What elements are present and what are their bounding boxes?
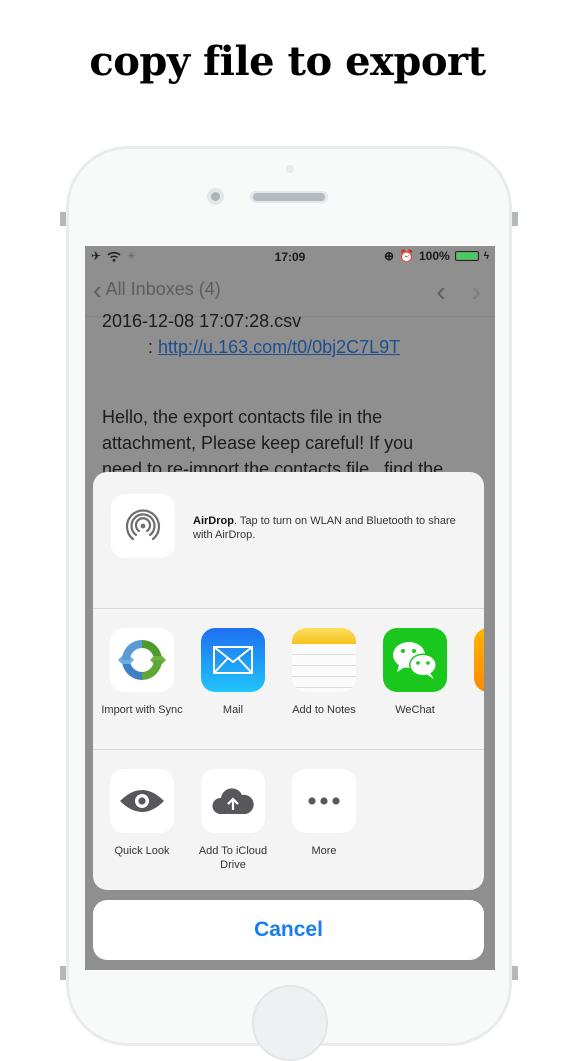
- sync-icon: [110, 628, 174, 692]
- alarm-icon: ⏰: [399, 249, 414, 263]
- airdrop-section[interactable]: AirDrop. Tap to turn on WLAN and Bluetoo…: [93, 472, 484, 609]
- cancel-button[interactable]: Cancel: [93, 900, 484, 960]
- share-app-import-with-sync[interactable]: Import with Sync: [97, 628, 187, 717]
- app-label: WeChat: [395, 704, 435, 716]
- orientation-lock-icon: ⊕: [383, 249, 395, 263]
- wechat-icon: [383, 628, 447, 692]
- action-label: Quick Look: [114, 845, 170, 857]
- app-label: Import with Sync: [101, 704, 183, 716]
- phone-side-button: [60, 212, 66, 226]
- home-button[interactable]: [252, 985, 328, 1061]
- phone-side-button: [512, 212, 518, 226]
- back-button[interactable]: ‹ All Inboxes (4): [93, 274, 221, 305]
- cloud-upload-icon: [201, 769, 265, 833]
- app-label: Mail: [222, 704, 244, 716]
- phone-side-button: [60, 966, 66, 980]
- airdrop-description: AirDrop. Tap to turn on WLAN and Bluetoo…: [193, 515, 456, 541]
- app-label: In: [461, 703, 484, 717]
- earpiece-speaker: [250, 191, 328, 203]
- airdrop-icon: [111, 494, 175, 558]
- action-row: Quick Look Add To iCloud Drive More: [93, 750, 484, 890]
- link-prefix: :: [148, 337, 154, 357]
- app-row: Import with Sync Mail Add to Notes WeCha…: [93, 609, 484, 750]
- previous-message-button[interactable]: ‹: [436, 276, 445, 308]
- action-more[interactable]: More: [279, 769, 369, 858]
- phone-side-button: [512, 966, 518, 980]
- more-icon: [292, 769, 356, 833]
- share-app-mail[interactable]: Mail: [188, 628, 278, 717]
- body-line: Hello, the export contacts file in the: [102, 407, 383, 427]
- share-sheet: AirDrop. Tap to turn on WLAN and Bluetoo…: [93, 472, 484, 890]
- mail-icon: [201, 628, 265, 692]
- next-message-button[interactable]: ›: [472, 276, 481, 308]
- share-app-notes[interactable]: Add to Notes: [279, 628, 369, 717]
- action-label: Add To iCloud Drive: [198, 845, 268, 871]
- action-add-to-icloud-drive[interactable]: Add To iCloud Drive: [188, 769, 278, 872]
- eye-icon: [110, 769, 174, 833]
- proximity-sensor: [286, 165, 294, 173]
- share-app-partial[interactable]: In: [461, 628, 484, 717]
- charging-icon: ϟ: [483, 250, 489, 262]
- share-app-wechat[interactable]: WeChat: [370, 628, 460, 717]
- front-camera: [207, 188, 224, 205]
- notes-icon: [292, 628, 356, 692]
- headline: copy file to export: [89, 38, 486, 85]
- back-label: All Inboxes (4): [105, 279, 221, 299]
- body-line: attachment, Please keep careful! If you: [102, 433, 414, 453]
- attachment-filename: 2016-12-08 17:07:28.csv: [102, 311, 302, 331]
- status-bar: ✈ ✳ 17:09 ⊕ ⏰ 100% ϟ: [85, 246, 495, 268]
- battery-percent: 100%: [419, 249, 450, 263]
- download-link[interactable]: http://u.163.com/t0/0bj2C7L9T: [158, 337, 400, 357]
- app-label: Add to Notes: [292, 704, 356, 716]
- action-quick-look[interactable]: Quick Look: [97, 769, 187, 858]
- battery-icon: [454, 251, 479, 261]
- mail-body: 2016-12-08 17:07:28.csv : http://u.163.c…: [102, 311, 482, 482]
- action-label: More: [311, 845, 337, 857]
- app-icon: [474, 628, 484, 692]
- phone-screen: ✈ ✳ 17:09 ⊕ ⏰ 100% ϟ ‹ All Inboxes (4) ‹…: [85, 246, 495, 970]
- chevron-left-icon: ‹: [93, 274, 102, 305]
